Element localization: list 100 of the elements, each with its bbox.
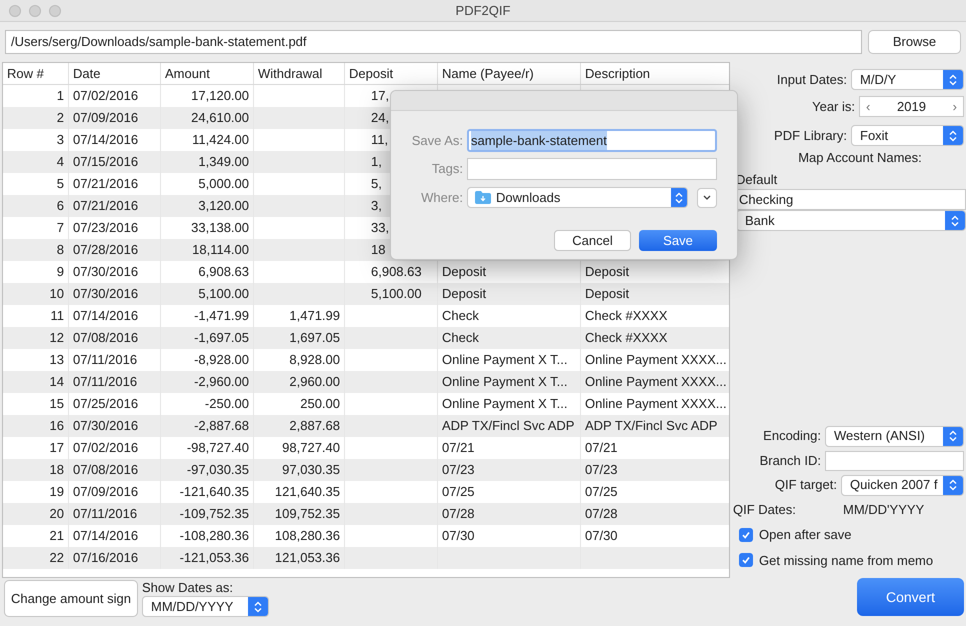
column-header[interactable]: Name (Payee/r) (437, 63, 580, 84)
table-cell-text: Deposit (585, 285, 630, 304)
table-cell-text: -97,030.35 (186, 461, 249, 480)
table-cell-text: 2 (56, 109, 64, 128)
table-cell-text: 07/21 (585, 439, 618, 458)
encoding-label: Encoding: (763, 427, 821, 446)
next-year-button[interactable]: › (952, 96, 957, 116)
table-cell-text: 07/28/2016 (73, 241, 138, 260)
table-cell-text: 2,960.00 (289, 373, 340, 392)
table-cell-text: 8,928.00 (289, 351, 340, 370)
table-cell-text: 18 (50, 461, 64, 480)
table-cell-text: 109,752.35 (274, 505, 340, 524)
table-cell-text: -109,752.35 (180, 505, 249, 524)
table-cell-text: -121,640.35 (180, 483, 249, 502)
file-path-field[interactable]: /Users/serg/Downloads/sample-bank-statement.pdf (5, 30, 862, 54)
table-cell-text: 15 (50, 395, 64, 414)
table-cell-text: 3,120.00 (198, 197, 249, 216)
table-cell-text: -2,960.00 (194, 373, 249, 392)
table-cell-text: 07/21/2016 (73, 197, 138, 216)
account-name-field[interactable]: Checking (736, 189, 966, 210)
account-type-select[interactable]: Bank (736, 210, 966, 231)
column-header[interactable]: Description (580, 63, 729, 84)
column-header[interactable]: Amount (160, 63, 253, 84)
zoom-icon[interactable] (49, 4, 61, 16)
table-cell-text: Online Payment XXXX... (585, 395, 727, 414)
checkbox[interactable] (739, 553, 753, 568)
table-cell-text: 17 (50, 439, 64, 458)
close-icon[interactable] (9, 4, 21, 16)
table-cell-text: -2,887.68 (194, 417, 249, 436)
table-cell-text: -108,280.36 (180, 527, 249, 546)
table-cell-text: 10 (50, 285, 64, 304)
year-label: Year is: (812, 98, 855, 116)
year-stepper[interactable]: ‹ 2019 › (859, 96, 964, 117)
table-cell-text: 33,138.00 (191, 219, 249, 238)
table-cell-text: 07/25/2016 (73, 395, 138, 414)
table-cell-text: 07/30/2016 (73, 263, 138, 282)
table-cell-text: Deposit (442, 285, 486, 304)
year-value: 2019 (897, 98, 926, 116)
table-cell-text: 07/28 (585, 505, 618, 524)
table-cell-text: Check #XXXX (585, 329, 668, 348)
stepper-icon (949, 430, 957, 442)
browse-button[interactable]: Browse (868, 30, 961, 54)
checkmark-icon (741, 555, 751, 566)
table-cell-text: 07/09/2016 (73, 483, 138, 502)
table-cell-text: 1,471.99 (289, 307, 340, 326)
where-select[interactable]: Downloads (467, 187, 688, 208)
tags-field[interactable] (467, 158, 717, 180)
table-cell-text: 07/14/2016 (73, 307, 138, 326)
table-cell-text: 14 (50, 373, 64, 392)
table-cell-text: 07/25 (442, 483, 475, 502)
table-cell-text: 4 (56, 153, 64, 172)
table-cell-text: 6,908.63 (198, 263, 249, 282)
table-cell-text: 33, (371, 219, 390, 238)
table-cell-text: 11,424.00 (192, 131, 249, 150)
table-cell-text: 07/23/2016 (73, 219, 138, 238)
table-cell-text: 121,640.35 (274, 483, 340, 502)
qif-target-select[interactable]: Quicken 2007 f (841, 474, 964, 496)
table-cell-text: 121,053.36 (274, 549, 340, 568)
table-cell-text: 07/30/2016 (73, 285, 138, 304)
selected-text: sample-bank-statement (471, 130, 607, 150)
save-as-label: Save As: (410, 132, 464, 150)
table-cell-text: 11 (50, 307, 64, 326)
table-cell-text: -1,697.05 (194, 329, 249, 348)
expand-button[interactable] (697, 188, 717, 208)
stepper-icon (949, 479, 957, 491)
pdf-library-select[interactable]: Foxit (851, 125, 964, 146)
qif-target-label: QIF target: (774, 476, 837, 494)
qif-dates-label: QIF Dates: (733, 500, 797, 518)
column-header[interactable]: Date (68, 63, 160, 84)
stepper-icon (254, 600, 262, 612)
table-cell-text: 3 (56, 131, 64, 150)
minimize-icon[interactable] (29, 4, 41, 16)
save-button[interactable]: Save (639, 230, 717, 251)
table-cell-text: 07/08/2016 (73, 461, 138, 480)
table-cell-text: Check #XXXX (585, 307, 668, 326)
branch-id-field[interactable] (825, 450, 964, 470)
save-as-field[interactable]: sample-bank-statement (467, 129, 717, 152)
table-cell-text: 17, (371, 87, 390, 106)
table-cell-text: 22 (50, 549, 64, 568)
table-cell-text: 24,610.00 (191, 109, 249, 128)
cancel-button[interactable]: Cancel (554, 230, 631, 251)
change-amount-sign-button[interactable]: Change amount sign (4, 580, 138, 617)
table-cell-text: 19 (50, 483, 64, 502)
table-cell-text: 8 (56, 241, 64, 260)
checkbox[interactable] (739, 528, 753, 542)
stepper-icon (949, 74, 957, 86)
table-cell-text: 3, (371, 197, 382, 216)
column-header[interactable]: Deposit (344, 63, 437, 84)
encoding-select[interactable]: Western (ANSI) (825, 426, 964, 446)
column-header[interactable]: Row # (3, 63, 68, 84)
previous-year-button[interactable]: ‹ (866, 96, 870, 116)
table-cell-text: 108,280.36 (274, 527, 340, 546)
show-dates-select[interactable]: MM/DD/YYYY (142, 596, 269, 617)
table-cell-text: 18,114.00 (192, 241, 249, 260)
table-cell-text: -1,471.99 (194, 307, 249, 326)
input-dates-select[interactable]: M/D/Y (851, 69, 964, 90)
column-header[interactable]: Withdrawal (253, 63, 344, 84)
convert-button[interactable]: Convert (857, 578, 964, 616)
table-cell-text: 07/21 (442, 439, 475, 458)
table-cell-text: Online Payment X T... (442, 373, 568, 392)
